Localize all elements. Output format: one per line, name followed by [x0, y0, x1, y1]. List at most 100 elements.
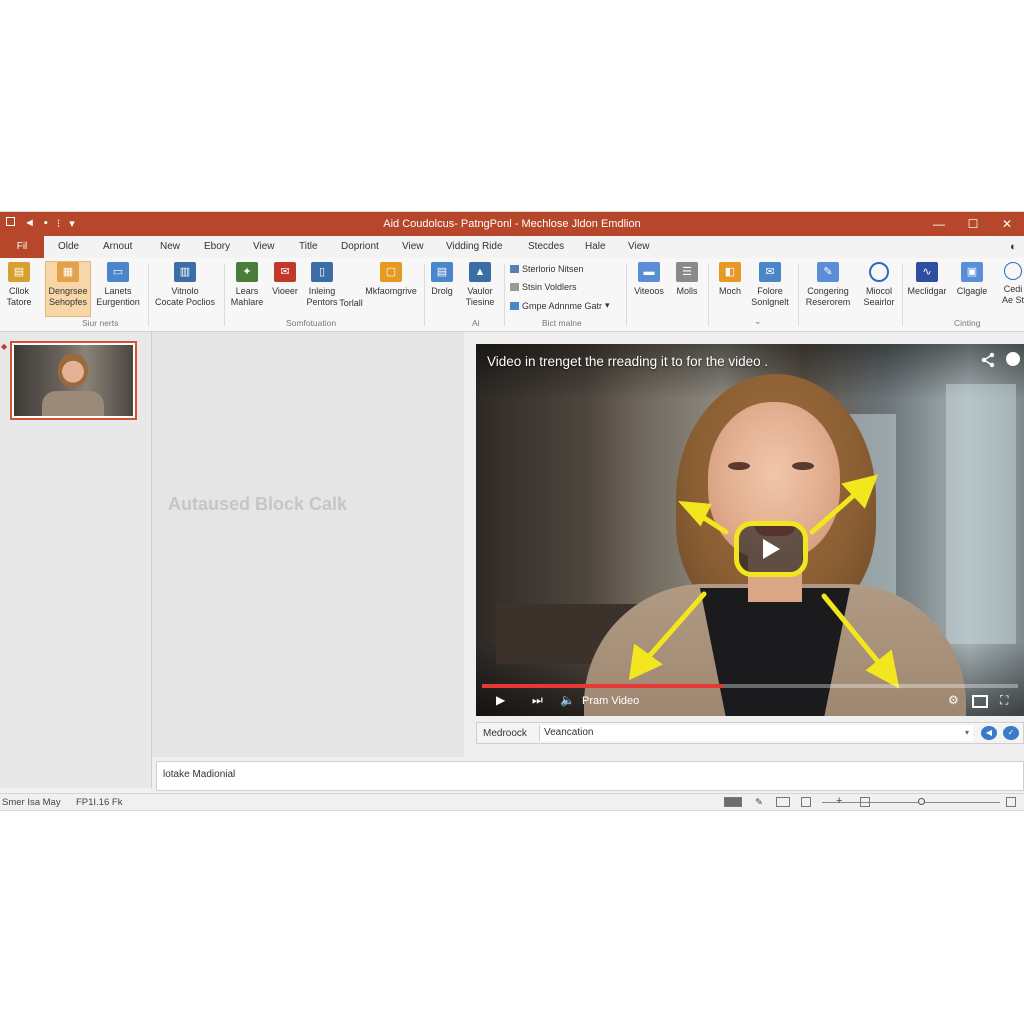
tab-stecdes[interactable]: Stecdes — [528, 241, 564, 252]
note-button[interactable]: ▢ Mkfaomgrive — [364, 262, 418, 297]
clipboard-button[interactable]: ▤ Cllok Tatore — [2, 262, 36, 308]
volume-icon[interactable]: 🔈 — [560, 693, 575, 707]
play-control-icon[interactable]: ▶ — [496, 693, 505, 707]
ribbon-small-item[interactable]: Sterlorio Nitsen — [510, 264, 584, 274]
chart-button[interactable]: ▥ Vitnolo Cocate Poclios — [150, 262, 220, 308]
close-button[interactable]: ✕ — [990, 212, 1024, 236]
chart-label-1: Vitnolo — [171, 286, 199, 296]
image-frame-button[interactable]: ▣ Clgagle — [952, 262, 992, 297]
reading-view-icon[interactable] — [801, 797, 811, 807]
ribbon-separator — [626, 264, 627, 326]
ribbon-group-label: Siur nerts — [82, 318, 119, 328]
fullscreen-icon[interactable]: ⛶ — [1000, 693, 1008, 708]
list-icon — [510, 301, 519, 310]
bookmark-button[interactable]: ◧ Moch — [712, 262, 748, 297]
figure-label-2: Mahlare — [230, 297, 264, 307]
notes-text: lotake Madionial — [163, 769, 236, 780]
video-strip-icon: ▬ — [638, 262, 660, 282]
tab-title[interactable]: Title — [299, 241, 318, 252]
media-select[interactable]: Veancation ▾ — [539, 725, 973, 741]
design-button[interactable]: ▦ Dengrsee Sehopfes — [45, 261, 91, 317]
video-player[interactable]: Video in trenget the rreading it to for … — [476, 344, 1024, 716]
mailbox-icon: ✉ — [274, 262, 296, 282]
maximize-button[interactable]: ☐ — [956, 212, 990, 236]
photo-button[interactable]: ▲ Vaulor Tiesine — [460, 262, 500, 308]
torlall-button[interactable]: Torlall — [336, 298, 366, 309]
note-label: Mkfaomgrive — [365, 286, 417, 296]
slide-thumbnail-image — [14, 345, 133, 416]
rewind-icon[interactable]: ◀ — [981, 726, 997, 740]
zoom-thumb[interactable] — [918, 798, 925, 805]
settings-icon[interactable]: ⚙ — [948, 693, 959, 707]
tab-view-3[interactable]: View — [628, 241, 650, 252]
edit-mode-icon[interactable]: ✎ — [755, 797, 763, 808]
layout-button[interactable]: ▭ Lanets Eurgention — [92, 262, 144, 308]
viewer-button[interactable]: ✉ Vioeer — [268, 262, 302, 297]
circle-label-2: Seairlor — [863, 297, 895, 307]
status-bar: Smer Isa May FP1I.16 Fk ✎ + — [0, 793, 1024, 810]
clipboard-label-2: Tatore — [6, 297, 32, 307]
minimize-button[interactable]: — — [922, 212, 956, 236]
zoom-out-icon[interactable]: + — [836, 795, 842, 807]
check-icon[interactable]: ✓ — [1003, 726, 1019, 740]
clock-label-1: Cedi — [1003, 284, 1023, 294]
circle-icon — [869, 262, 889, 282]
play-button[interactable] — [734, 521, 808, 577]
editing-button[interactable]: ✎ Congering Reserorem — [802, 262, 854, 308]
ribbon-small-item[interactable]: Stsin Voldlers — [510, 282, 577, 292]
videos-label: Viteoos — [634, 286, 664, 296]
tab-hale[interactable]: Hale — [585, 241, 606, 252]
next-icon[interactable]: ⏭ — [532, 693, 543, 708]
slide-canvas[interactable] — [152, 332, 464, 757]
insert-button[interactable]: ▯ Inleing Pentors — [304, 262, 340, 308]
ribbon-small-label: Gmpe Adnnme Gatr — [522, 300, 603, 311]
status-slide-info: Smer Isa May — [2, 797, 61, 808]
gallery-label: Drolg — [431, 286, 453, 296]
notes-field[interactable]: lotake Madionial — [156, 761, 1024, 791]
waveform-button[interactable]: ∿ Meclidgar — [904, 262, 950, 297]
status-language: FP1I.16 Fk — [76, 797, 123, 808]
insert-label-1: Inleing — [308, 286, 336, 296]
gallery-icon: ▤ — [431, 262, 453, 282]
slide-thumbnail[interactable] — [10, 341, 137, 420]
tab-file[interactable]: Fil — [0, 236, 44, 258]
tab-arnout[interactable]: Arnout — [103, 241, 132, 252]
fit-slide-icon[interactable] — [1006, 797, 1016, 807]
gallery-button[interactable]: ▤ Drolg — [428, 262, 456, 297]
document-icon: ▯ — [311, 262, 333, 282]
window-title: Aid Coudolcus- PatngPonl - Mechlose Jldo… — [383, 218, 641, 230]
clock-button[interactable]: Cedi Ae St — [996, 262, 1024, 306]
figure-button[interactable]: ✦ Lears Mahlare — [228, 262, 266, 308]
miniplayer-icon[interactable] — [972, 695, 988, 708]
molls-button[interactable]: ☰ Molls — [670, 262, 704, 297]
tab-olde[interactable]: Olde — [58, 241, 79, 252]
mail-button[interactable]: ✉ Folore Sonlgnelt — [748, 262, 792, 308]
chart-label-2: Cocate Poclios — [154, 297, 216, 307]
clipboard-icon: ▤ — [8, 262, 30, 282]
progress-bar[interactable] — [482, 684, 1018, 688]
mail-label-2: Sonlgnelt — [751, 297, 789, 307]
circle-button[interactable]: Miocol Seairlor — [858, 262, 900, 308]
bookmark-icon: ◧ — [719, 262, 741, 282]
ribbon-separator — [798, 264, 799, 326]
collapse-ribbon-icon[interactable]: ⌄ — [754, 316, 762, 327]
tab-view-1[interactable]: View — [253, 241, 275, 252]
molls-label: Molls — [676, 286, 698, 296]
edit-icon: ✎ — [817, 262, 839, 282]
tab-dopriont[interactable]: Dopriont — [341, 241, 379, 252]
clock-label-2: Ae St — [1001, 295, 1024, 305]
ribbon-small-item[interactable]: Gmpe Adnnme Gatr ▾ — [510, 300, 610, 311]
tab-new[interactable]: New — [160, 241, 180, 252]
notes-toggle-icon[interactable] — [724, 797, 742, 807]
ribbon-small-label: Sterlorio Nitsen — [522, 264, 584, 274]
tab-view-2[interactable]: View — [402, 241, 424, 252]
zoom-slider[interactable] — [822, 802, 1000, 803]
tab-vidding-ride[interactable]: Vidding Ride — [446, 241, 503, 252]
help-icon[interactable]: ◐ — [1010, 241, 1017, 253]
normal-view-icon[interactable] — [776, 797, 790, 807]
tab-ebory[interactable]: Ebory — [204, 241, 230, 252]
layout-label-1: Lanets — [104, 286, 132, 296]
ribbon-separator — [504, 264, 505, 326]
ribbon-separator — [224, 264, 225, 326]
videos-button[interactable]: ▬ Viteoos — [630, 262, 668, 297]
